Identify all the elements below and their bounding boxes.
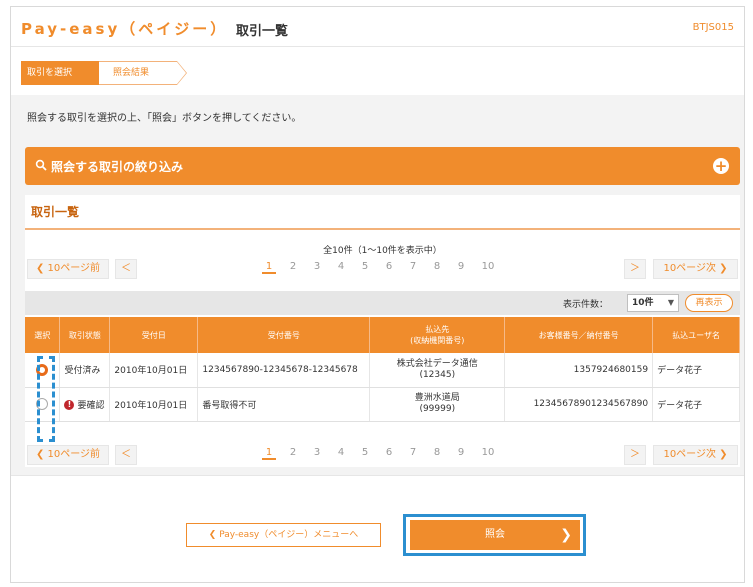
screen-id: BTJS015 [692, 22, 734, 33]
back-to-menu-button[interactable]: ❮ Pay-easy（ペイジー）メニューへ [186, 523, 381, 547]
customer-no-cell: 12345678901234567890 [504, 387, 654, 422]
page-2[interactable]: 2 [286, 447, 300, 458]
column-header: お客様番号／納付番号 [504, 317, 654, 353]
prev-10-pages-button[interactable]: ❮ 10ページ前 [27, 445, 109, 465]
column-header: 受付日 [109, 317, 199, 353]
display-count-value: 10件 [632, 298, 654, 308]
prev-10-pages-button[interactable]: ❮ 10ページ前 [27, 259, 109, 279]
prev-10-label: 10ページ前 [47, 449, 101, 460]
column-header: 取引状態 [59, 317, 111, 353]
status-cell: 受付済み [59, 353, 111, 388]
page-4[interactable]: 4 [334, 447, 348, 458]
page-1[interactable]: 1 [262, 447, 276, 460]
chevron-down-icon: ▼ [667, 298, 674, 307]
back-button-label: Pay-easy（ペイジー）メニューへ [219, 530, 359, 540]
next-icon: ＞ [630, 263, 640, 274]
transaction-list: 取引一覧 全10件（1〜10件を表示中） ❮ 10ページ前 ＜ 1 2 3 4 … [25, 195, 740, 467]
page-title: 取引一覧 [236, 24, 289, 39]
display-count-select[interactable]: 10件 ▼ [627, 294, 679, 312]
table-row: ! 要確認 2010年10月01日 番号取得不可 豊洲水道局 (99999) 12… [25, 387, 740, 422]
list-title: 取引一覧 [31, 205, 80, 219]
table-row: 受付済み 2010年10月01日 1234567890-12345678-123… [25, 353, 740, 388]
inquiry-button-label: 照会 [485, 529, 505, 540]
filter-toggle-bar[interactable]: 照会する取引の絞り込み + [25, 147, 740, 185]
result-summary: 全10件（1〜10件を表示中） [323, 246, 442, 256]
prev-10-label: 10ページ前 [47, 263, 101, 274]
user-cell: データ花子 [652, 353, 740, 388]
next-10-label: 10ページ次 [663, 449, 716, 460]
display-count-label: 表示件数： [563, 300, 609, 310]
pager-bottom: ❮ 10ページ前 ＜ 1 2 3 4 5 6 7 8 9 10 ＞ 10ページ次… [27, 445, 740, 465]
status-cell: ! 要確認 [59, 387, 111, 422]
page-10[interactable]: 10 [478, 261, 498, 272]
page-9[interactable]: 9 [454, 447, 468, 458]
selection-highlight [37, 356, 55, 442]
page-8[interactable]: 8 [430, 447, 444, 458]
page-2[interactable]: 2 [286, 261, 300, 272]
page-5[interactable]: 5 [358, 447, 372, 458]
display-controls: 表示件数： 10件 ▼ 再表示 [25, 291, 740, 315]
column-header: 受付番号 [197, 317, 371, 353]
next-10-pages-button[interactable]: 10ページ次 ❯ [653, 445, 738, 465]
instruction-text: 照会する取引を選択の上、「照会」ボタンを押してください。 [27, 113, 302, 124]
page-9[interactable]: 9 [454, 261, 468, 272]
prev-icon: ＜ [121, 449, 131, 460]
divider [25, 228, 740, 230]
column-header: 払込ユーザ名 [652, 317, 740, 353]
next-page-button[interactable]: ＞ [624, 445, 646, 465]
column-header: 払込先 (収納機関番号) [369, 317, 506, 353]
prev-icon: ＜ [121, 263, 131, 274]
search-icon [35, 159, 47, 171]
page-6[interactable]: 6 [382, 261, 396, 272]
page-8[interactable]: 8 [430, 261, 444, 272]
window: Pay-easy（ペイジー） 取引一覧 BTJS015 取引を選択 照会結果 照… [10, 6, 745, 583]
payee-name: 株式会社データ通信 [396, 358, 478, 369]
customer-no-cell: 1357924680159 [504, 353, 654, 388]
next-icon: ＞ [630, 449, 640, 460]
page-10[interactable]: 10 [478, 447, 498, 458]
payee-code: (99999) [419, 404, 456, 414]
date-cell: 2010年10月01日 [109, 353, 199, 388]
column-header: 選択 [25, 317, 61, 353]
payee-code: (12345) [419, 369, 456, 380]
plus-icon[interactable]: + [713, 158, 729, 174]
receipt-no-cell: 1234567890-12345678-12345678 [197, 353, 371, 388]
user-cell: データ花子 [652, 387, 740, 422]
next-10-label: 10ページ次 [663, 263, 716, 274]
page-header: Pay-easy（ペイジー） 取引一覧 BTJS015 [11, 7, 744, 47]
payee-cell: 豊洲水道局 (99999) [369, 387, 506, 422]
page-5[interactable]: 5 [358, 261, 372, 272]
receipt-no-cell: 番号取得不可 [197, 387, 371, 422]
chevron-right-icon: ❯ [560, 527, 572, 543]
transaction-table: 選択 取引状態 受付日 受付番号 払込先 (収納機関番号) お客様番号／納付番号… [25, 317, 740, 422]
brand-title: Pay-easy（ペイジー） [21, 20, 229, 38]
page-1[interactable]: 1 [262, 261, 276, 274]
page-3[interactable]: 3 [310, 261, 324, 272]
next-page-button[interactable]: ＞ [624, 259, 646, 279]
prev-page-button[interactable]: ＜ [115, 445, 137, 465]
date-cell: 2010年10月01日 [109, 387, 199, 422]
page-3[interactable]: 3 [310, 447, 324, 458]
payee-cell: 株式会社データ通信 (12345) [369, 353, 506, 388]
filter-label: 照会する取引の絞り込み [51, 160, 184, 174]
payee-name: 豊洲水道局 [414, 393, 460, 403]
step-select-transaction: 取引を選択 [21, 61, 109, 85]
page-7[interactable]: 7 [406, 447, 420, 458]
table-header-row: 選択 取引状態 受付日 受付番号 払込先 (収納機関番号) お客様番号／納付番号… [25, 317, 740, 353]
page-4[interactable]: 4 [334, 261, 348, 272]
next-10-pages-button[interactable]: 10ページ次 ❯ [653, 259, 738, 279]
page-6[interactable]: 6 [382, 447, 396, 458]
pager-top: ❮ 10ページ前 ＜ 1 2 3 4 5 6 7 8 9 10 ＞ 10ページ次… [27, 259, 740, 279]
action-area: ❮ Pay-easy（ペイジー）メニューへ 照会 ❯ [11, 475, 744, 582]
page-7[interactable]: 7 [406, 261, 420, 272]
step-inquiry-result: 照会結果 [99, 61, 187, 85]
redisplay-button[interactable]: 再表示 [685, 294, 733, 312]
inquiry-button[interactable]: 照会 ❯ [410, 520, 580, 550]
prev-page-button[interactable]: ＜ [115, 259, 137, 279]
warning-icon: ! [64, 400, 75, 410]
status-text: 要確認 [77, 400, 105, 411]
